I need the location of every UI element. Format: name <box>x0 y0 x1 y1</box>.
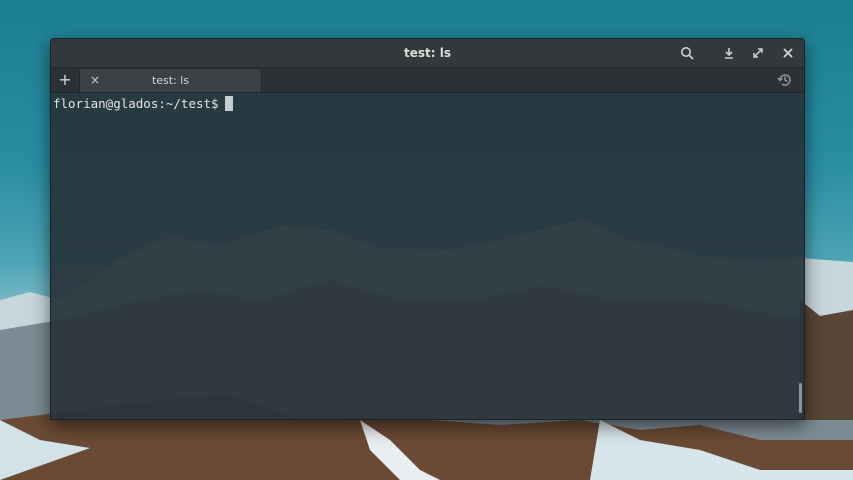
tab-close-button[interactable]: × <box>86 71 104 89</box>
maximize-icon[interactable] <box>748 43 768 63</box>
scrollbar[interactable] <box>799 383 802 413</box>
title-bar[interactable]: test: ls <box>51 39 804 68</box>
terminal-window[interactable]: test: ls + × test: ls florian@glados:~/t… <box>50 38 805 420</box>
prompt-line: florian@glados:~/test$ <box>53 96 233 111</box>
tab-bar: + × test: ls <box>51 68 804 93</box>
new-tab-button[interactable]: + <box>55 70 75 90</box>
shell-prompt: florian@glados:~/test$ <box>53 96 219 111</box>
download-icon[interactable] <box>719 43 739 63</box>
text-cursor <box>224 96 233 111</box>
tab-test-ls[interactable]: × test: ls <box>79 68 262 92</box>
history-icon[interactable] <box>776 71 794 89</box>
search-icon[interactable] <box>677 43 697 63</box>
tab-label: test: ls <box>151 74 190 87</box>
terminal-output[interactable]: florian@glados:~/test$ <box>51 93 804 419</box>
close-icon[interactable] <box>778 43 798 63</box>
